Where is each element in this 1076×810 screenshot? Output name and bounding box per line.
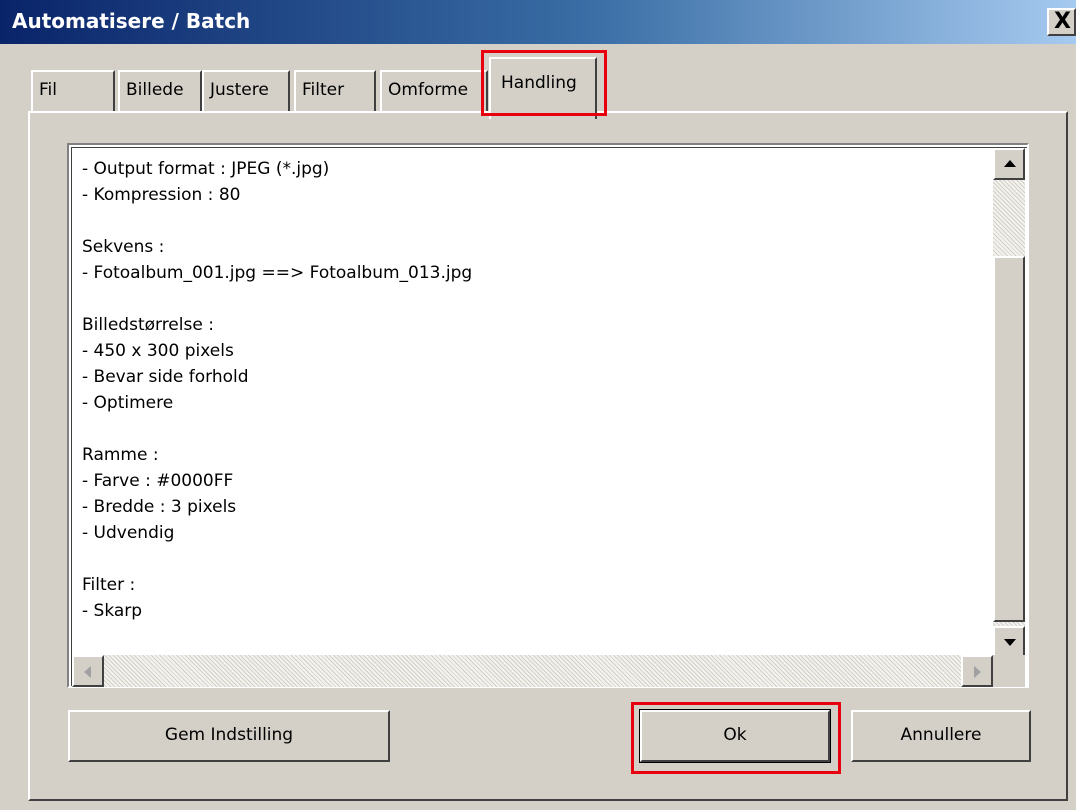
title-bar: Automatisere / Batch X bbox=[0, 0, 1076, 44]
tab-justere[interactable]: Justere bbox=[202, 70, 290, 112]
close-icon: X bbox=[1054, 9, 1071, 34]
ok-highlight-box bbox=[631, 702, 841, 774]
tab-filter[interactable]: Filter bbox=[294, 70, 376, 112]
tab-omforme[interactable]: Omforme bbox=[380, 70, 488, 112]
tab-highlight-box bbox=[481, 50, 607, 116]
tab-fil[interactable]: Fil bbox=[31, 70, 115, 112]
window-title: Automatisere / Batch bbox=[12, 9, 251, 33]
tab-label: Omforme bbox=[388, 80, 469, 100]
tab-label: Filter bbox=[302, 80, 345, 100]
close-button[interactable]: X bbox=[1047, 8, 1076, 36]
tab-billede[interactable]: Billede bbox=[118, 70, 202, 112]
tab-label: Justere bbox=[210, 80, 269, 100]
tab-label: Billede bbox=[126, 80, 184, 100]
tab-panel bbox=[28, 111, 1068, 801]
tab-label: Fil bbox=[39, 80, 57, 100]
